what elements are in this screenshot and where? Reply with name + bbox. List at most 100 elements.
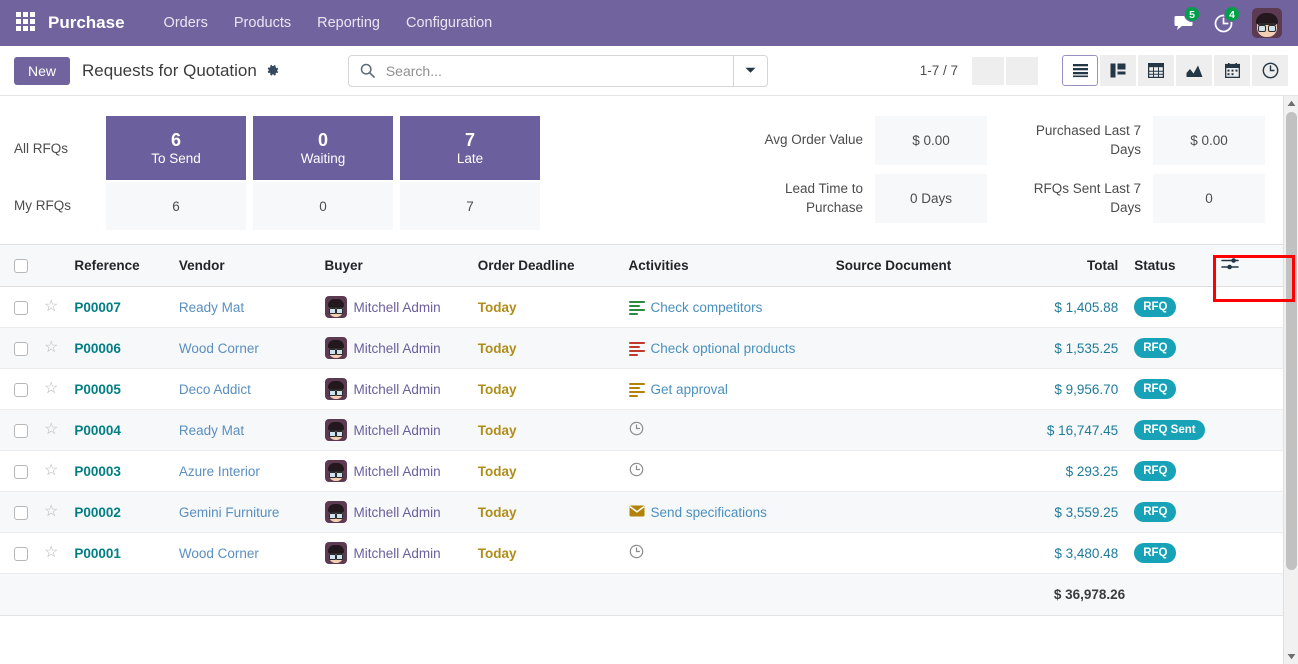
nav-menu-products[interactable]: Products <box>221 9 304 37</box>
view-switcher-graph[interactable] <box>1176 55 1212 86</box>
favorite-star-icon[interactable]: ☆ <box>44 504 58 520</box>
header-reference[interactable]: Reference <box>66 244 171 287</box>
reference-link[interactable]: P00004 <box>74 423 121 438</box>
reference-link[interactable]: P00002 <box>74 505 121 520</box>
reference-link[interactable]: P00005 <box>74 382 121 397</box>
buyer-name: Mitchell Admin <box>353 545 441 561</box>
buyer-name: Mitchell Admin <box>353 422 441 438</box>
reference-link[interactable]: P00003 <box>74 464 121 479</box>
tile-all-waiting[interactable]: 0 Waiting <box>253 116 393 180</box>
clock-icon[interactable] <box>629 421 644 439</box>
activity-label[interactable]: Check optional products <box>651 341 796 356</box>
header-vendor[interactable]: Vendor <box>170 244 317 287</box>
table-row[interactable]: ☆ P00001 Wood Corner Mitchell Admin Toda… <box>0 532 1283 574</box>
view-switcher-calendar[interactable] <box>1214 55 1250 86</box>
row-checkbox[interactable] <box>14 464 28 479</box>
header-order-deadline[interactable]: Order Deadline <box>469 244 621 287</box>
vertical-scrollbar[interactable] <box>1283 96 1298 664</box>
row-checkbox[interactable] <box>14 505 28 520</box>
tile-my-late[interactable]: 7 <box>400 182 540 230</box>
vendor-link[interactable]: Wood Corner <box>179 341 259 356</box>
favorite-star-icon[interactable]: ☆ <box>44 340 58 356</box>
table-row[interactable]: ☆ P00004 Ready Mat Mitchell Admin Today <box>0 409 1283 451</box>
nav-menu-reporting[interactable]: Reporting <box>304 9 393 37</box>
row-checkbox[interactable] <box>14 546 28 561</box>
status-badge[interactable]: RFQ Sent <box>1134 419 1205 441</box>
activity-label[interactable]: Get approval <box>651 382 728 397</box>
header-source-document[interactable]: Source Document <box>827 244 1016 287</box>
row-checkbox[interactable] <box>14 300 28 315</box>
user-avatar[interactable] <box>1252 8 1282 38</box>
view-switcher-activity[interactable] <box>1252 55 1288 86</box>
kpi-value[interactable]: $ 0.00 <box>1153 116 1265 165</box>
activity-today-amber-icon[interactable] <box>628 382 645 397</box>
vendor-link[interactable]: Deco Addict <box>179 382 251 397</box>
header-activities[interactable]: Activities <box>620 244 828 287</box>
row-checkbox[interactable] <box>14 382 28 397</box>
activity-label[interactable]: Send specifications <box>651 505 767 520</box>
vendor-link[interactable]: Wood Corner <box>179 546 259 561</box>
gear-icon[interactable] <box>265 63 280 78</box>
search-dropdown-toggle[interactable] <box>732 55 767 86</box>
favorite-star-icon[interactable]: ☆ <box>44 381 58 397</box>
status-badge[interactable]: RFQ <box>1134 501 1177 523</box>
table-row[interactable]: ☆ P00007 Ready Mat Mitchell Admin Today … <box>0 286 1283 328</box>
activities-counter[interactable]: 4 <box>1213 5 1240 34</box>
view-switcher-pivot[interactable] <box>1138 55 1174 86</box>
vendor-link[interactable]: Ready Mat <box>179 423 244 438</box>
optional-columns-toggle-icon[interactable] <box>1220 256 1239 272</box>
clock-icon[interactable] <box>629 462 644 480</box>
table-row[interactable]: ☆ P00005 Deco Addict Mitchell Admin Toda… <box>0 368 1283 410</box>
favorite-star-icon[interactable]: ☆ <box>44 463 58 479</box>
vendor-link[interactable]: Ready Mat <box>179 300 244 315</box>
kpi-value[interactable]: 0 Days <box>875 174 987 223</box>
messages-counter[interactable]: 5 <box>1173 6 1200 33</box>
search-input[interactable] <box>383 55 733 86</box>
activity-todo-green-icon[interactable] <box>628 300 645 315</box>
kpi-value[interactable]: $ 0.00 <box>875 116 987 165</box>
status-badge[interactable]: RFQ <box>1134 337 1177 359</box>
row-checkbox[interactable] <box>14 341 28 356</box>
kpi-value[interactable]: 0 <box>1153 174 1265 223</box>
scroll-down-arrow-icon[interactable] <box>1284 649 1298 664</box>
email-amber-icon[interactable] <box>629 505 645 520</box>
vendor-link[interactable]: Azure Interior <box>179 464 260 479</box>
nav-menu-configuration[interactable]: Configuration <box>393 9 505 37</box>
select-all-checkbox[interactable] <box>14 259 28 274</box>
header-buyer[interactable]: Buyer <box>316 244 470 287</box>
scrollbar-thumb[interactable] <box>1286 112 1297 570</box>
status-badge[interactable]: RFQ <box>1134 378 1177 400</box>
apps-grid-icon[interactable] <box>16 12 38 34</box>
status-badge[interactable]: RFQ <box>1134 296 1177 318</box>
scroll-up-arrow-icon[interactable] <box>1284 96 1298 111</box>
view-switcher-kanban[interactable] <box>1100 55 1136 86</box>
pager-previous-button[interactable] <box>972 56 1004 85</box>
header-status[interactable]: Status <box>1126 244 1213 287</box>
nav-menu-orders[interactable]: Orders <box>151 9 221 37</box>
app-brand-purchase[interactable]: Purchase <box>48 13 125 33</box>
table-row[interactable]: ☆ P00002 Gemini Furniture Mitchell Admin… <box>0 491 1283 533</box>
tile-my-to-send[interactable]: 6 <box>106 182 246 230</box>
favorite-star-icon[interactable]: ☆ <box>44 299 58 315</box>
reference-link[interactable]: P00006 <box>74 341 121 356</box>
reference-link[interactable]: P00007 <box>74 300 121 315</box>
tile-all-to-send[interactable]: 6 To Send <box>106 116 246 180</box>
new-button[interactable]: New <box>14 56 71 85</box>
clock-icon[interactable] <box>629 544 644 562</box>
header-total[interactable]: Total <box>1015 244 1127 287</box>
status-badge[interactable]: RFQ <box>1134 460 1177 482</box>
activity-late-red-icon[interactable] <box>628 341 645 356</box>
table-row[interactable]: ☆ P00006 Wood Corner Mitchell Admin Toda… <box>0 327 1283 369</box>
row-checkbox[interactable] <box>14 423 28 438</box>
tile-my-waiting[interactable]: 0 <box>253 182 393 230</box>
favorite-star-icon[interactable]: ☆ <box>44 422 58 438</box>
status-badge[interactable]: RFQ <box>1134 542 1177 564</box>
reference-link[interactable]: P00001 <box>74 546 121 561</box>
activity-label[interactable]: Check competitors <box>651 300 763 315</box>
favorite-star-icon[interactable]: ☆ <box>44 545 58 561</box>
tile-all-late[interactable]: 7 Late <box>400 116 540 180</box>
table-row[interactable]: ☆ P00003 Azure Interior Mitchell Admin T… <box>0 450 1283 492</box>
pager-next-button[interactable] <box>1006 56 1038 85</box>
vendor-link[interactable]: Gemini Furniture <box>179 505 280 520</box>
view-switcher-list[interactable] <box>1062 55 1098 86</box>
